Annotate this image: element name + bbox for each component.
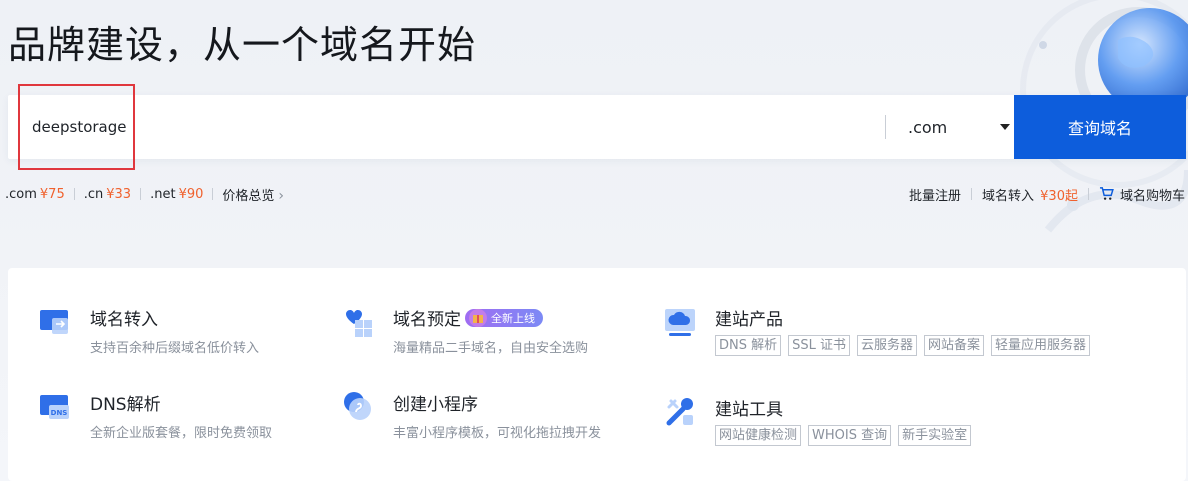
page-headline: 品牌建设，从一个域名开始 [8, 23, 477, 67]
service-dns[interactable]: DNS DNS解析 全新企业版套餐，限时免费领取 [38, 390, 318, 446]
tld-dropdown[interactable]: .com [908, 95, 1014, 159]
tag-site-health[interactable]: 网站健康检测 [715, 425, 802, 446]
new-badge: 全新上线 [465, 308, 543, 327]
quick-links: 批量注册 域名转入 ¥30起 域名购物车 [909, 184, 1185, 204]
domain-transfer-link[interactable]: 域名转入 ¥30起 [982, 185, 1078, 204]
price-overview-link[interactable]: 价格总览 › [222, 185, 284, 204]
tag-whois[interactable]: WHOIS 查询 [808, 425, 892, 446]
service-description: 全新企业版套餐，限时免费领取 [90, 426, 273, 441]
mini-program-icon [344, 392, 371, 420]
divider [212, 188, 214, 200]
service-title: 创建小程序 [393, 395, 478, 415]
bulk-register-link[interactable]: 批量注册 [909, 185, 961, 204]
tag-ssl[interactable]: SSL 证书 [788, 335, 851, 356]
service-title: 建站产品 [715, 310, 783, 330]
tld-selected-value: .com [908, 117, 948, 137]
svg-text:DNS: DNS [51, 409, 68, 417]
service-description: 丰富小程序模板，可视化拖拉拽开发 [393, 426, 602, 441]
service-title: 建站工具 [715, 400, 783, 420]
service-domain-transfer[interactable]: 域名转入 支持百余种后缀域名低价转入 [38, 305, 318, 361]
highlight-box [18, 84, 135, 170]
service-mini-program[interactable]: 创建小程序 丰富小程序模板，可视化拖拉拽开发 [341, 390, 631, 446]
dns-icon: DNS [40, 395, 69, 419]
service-tags: 网站健康检测 WHOIS 查询 新手实验室 [715, 425, 972, 446]
service-description: 支持百余种后缀域名低价转入 [90, 341, 260, 356]
domain-transfer-icon [40, 310, 68, 334]
tag-newbie-lab[interactable]: 新手实验室 [898, 425, 972, 446]
price-link-com[interactable]: .com ¥75 [5, 187, 65, 202]
domain-cart-link[interactable]: 域名购物车 [1099, 185, 1185, 204]
price-link-net[interactable]: .net ¥90 [150, 187, 203, 202]
divider [971, 188, 972, 200]
service-description: 海量精品二手域名，自由安全选购 [393, 341, 589, 356]
site-tools-icon [666, 398, 693, 426]
caret-down-icon [1000, 124, 1010, 130]
service-site-tools: 建站工具 网站健康检测 WHOIS 查询 新手实验室 [663, 395, 1133, 451]
services-card: 域名转入 支持百余种后缀域名低价转入 域名预定 全新上线 海量精品二手域名，自由… [8, 268, 1186, 481]
cart-icon [1099, 187, 1114, 200]
tag-icp-filing[interactable]: 网站备案 [924, 335, 985, 356]
service-domain-reserve[interactable]: 域名预定 全新上线 海量精品二手域名，自由安全选购 [341, 305, 631, 361]
tag-lightweight-server[interactable]: 轻量应用服务器 [991, 335, 1091, 356]
chevron-right-icon: › [278, 187, 285, 204]
price-shortcuts: .com ¥75 .cn ¥33 .net ¥90 价格总览 › [5, 184, 284, 204]
domain-search-bar: .com 查询域名 [8, 95, 1186, 159]
domain-search-input[interactable] [8, 95, 886, 159]
divider [73, 188, 75, 200]
gift-icon [469, 308, 487, 327]
divider [1087, 188, 1089, 200]
service-tags: DNS 解析 SSL 证书 云服务器 网站备案 轻量应用服务器 [715, 335, 1091, 356]
service-title: 域名转入 [90, 310, 158, 330]
domain-reserve-icon [346, 310, 372, 337]
service-site-building: 建站产品 DNS 解析 SSL 证书 云服务器 网站备案 轻量应用服务器 [663, 305, 1133, 361]
search-divider [885, 115, 886, 139]
price-link-cn[interactable]: .cn ¥33 [84, 187, 131, 202]
divider [140, 188, 142, 200]
tag-dns[interactable]: DNS 解析 [715, 335, 782, 356]
service-title: DNS解析 [90, 395, 161, 415]
query-domain-button[interactable]: 查询域名 [1014, 95, 1186, 159]
tag-cloud-server[interactable]: 云服务器 [857, 335, 918, 356]
service-title: 域名预定 全新上线 [393, 305, 543, 330]
site-building-icon [665, 309, 695, 336]
